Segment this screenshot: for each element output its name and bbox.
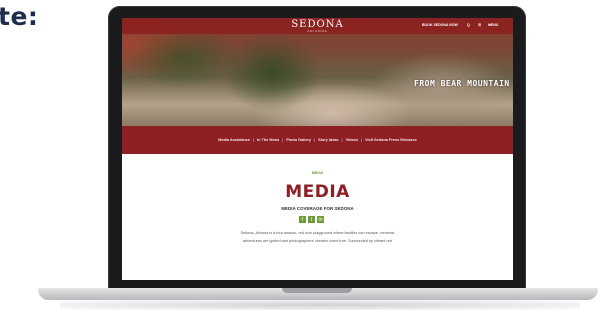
nav-media-assistance[interactable]: Media Assistance (218, 138, 250, 142)
page-subtitle: MEDIA COVERAGE FOR SEDONA (281, 206, 354, 211)
menu-link[interactable]: MENU (488, 23, 498, 27)
book-now-link[interactable]: BOOK SEDONA NOW (422, 23, 458, 27)
nav-press-releases[interactable]: Visit Sedona Press Releases (365, 138, 417, 142)
nav-videos[interactable]: Videos (346, 138, 358, 142)
intro-line: adventures are ignited and photographers… (243, 239, 392, 243)
hero-caption: FROM BEAR MOUNTAIN (414, 79, 510, 88)
social-share: f t ✉ (299, 216, 324, 223)
nav-separator: | (314, 138, 316, 142)
intro-line: Sedona, Arizona is a four-season, red ro… (240, 231, 395, 235)
nav-photo-gallery[interactable]: Photo Gallery (286, 138, 311, 142)
email-icon[interactable]: ✉ (317, 216, 324, 223)
laptop-notch (282, 288, 352, 293)
twitter-icon[interactable]: t (308, 216, 315, 223)
intro-text: Sedona, Arizona is a four-season, red ro… (192, 229, 443, 245)
main-content: MEDIA MEDIA MEDIA COVERAGE FOR SEDONA f … (122, 154, 513, 280)
nav-in-the-news[interactable]: In The News (257, 138, 279, 142)
media-nav: Media Assistance | In The News | Photo Gal… (122, 126, 513, 154)
site-topbar: SEDONA ARIZONA BOOK SEDONA NOW Q ☰ MENU (122, 18, 513, 34)
laptop-shadow (60, 300, 580, 310)
site-logo-sub: ARIZONA (307, 29, 328, 33)
nav-separator: | (253, 138, 255, 142)
laptop-screen: SEDONA ARIZONA BOOK SEDONA NOW Q ☰ MENU … (122, 18, 513, 280)
hero-image: SEDONA ARIZONA BOOK SEDONA NOW Q ☰ MENU … (122, 18, 513, 126)
search-icon[interactable]: Q (467, 23, 470, 27)
facebook-icon[interactable]: f (299, 216, 306, 223)
nav-separator: | (361, 138, 363, 142)
page-title: MEDIA (285, 182, 350, 202)
nav-story-ideas[interactable]: Story Ideas (318, 138, 338, 142)
nav-separator: | (282, 138, 284, 142)
nav-separator: | (341, 138, 343, 142)
breadcrumb[interactable]: MEDIA (122, 171, 513, 175)
page-heading: te: (0, 2, 39, 31)
menu-icon[interactable]: ☰ (478, 23, 481, 27)
